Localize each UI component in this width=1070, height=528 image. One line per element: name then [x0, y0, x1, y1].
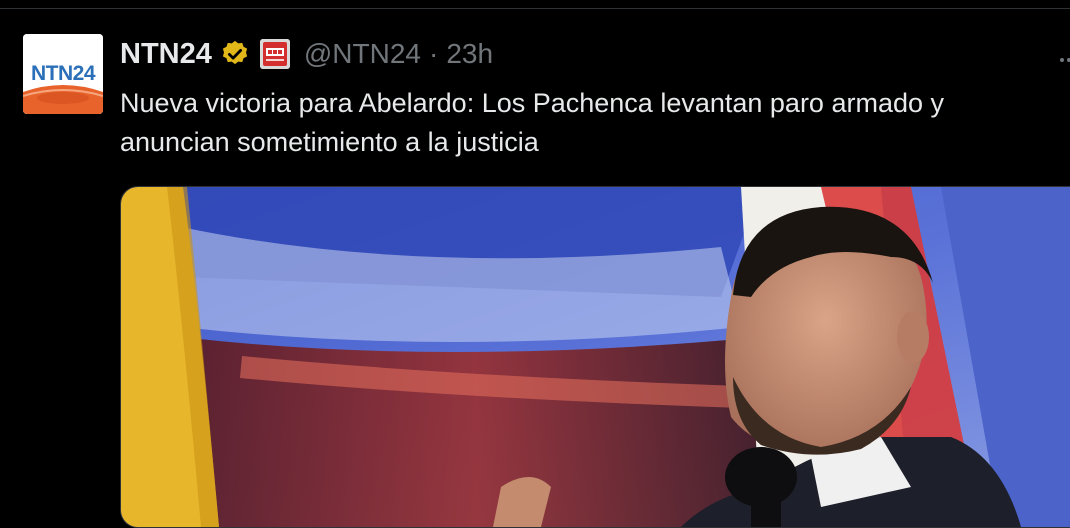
handle[interactable]: @NTN24 — [304, 38, 421, 70]
gold-verified-icon[interactable] — [220, 39, 250, 69]
timestamp[interactable]: 23h — [446, 38, 493, 70]
separator-dot: · — [428, 38, 439, 69]
tweet[interactable]: NTN24 NTN24 @NTN24 · 23h Nueva victoria … — [0, 0, 1070, 528]
tweet-header: NTN24 @NTN24 · 23h — [120, 32, 493, 76]
photo-image — [121, 187, 1070, 527]
display-name[interactable]: NTN24 — [120, 38, 212, 71]
tweet-text: Nueva victoria para Abelardo: Los Pachen… — [120, 88, 945, 157]
avatar[interactable]: NTN24 — [23, 34, 103, 114]
rcn-affiliate-icon[interactable] — [259, 39, 290, 69]
more-icon[interactable] — [1056, 50, 1070, 70]
avatar-label: NTN24 — [30, 62, 96, 85]
tweet-media-photo[interactable] — [120, 186, 1070, 528]
